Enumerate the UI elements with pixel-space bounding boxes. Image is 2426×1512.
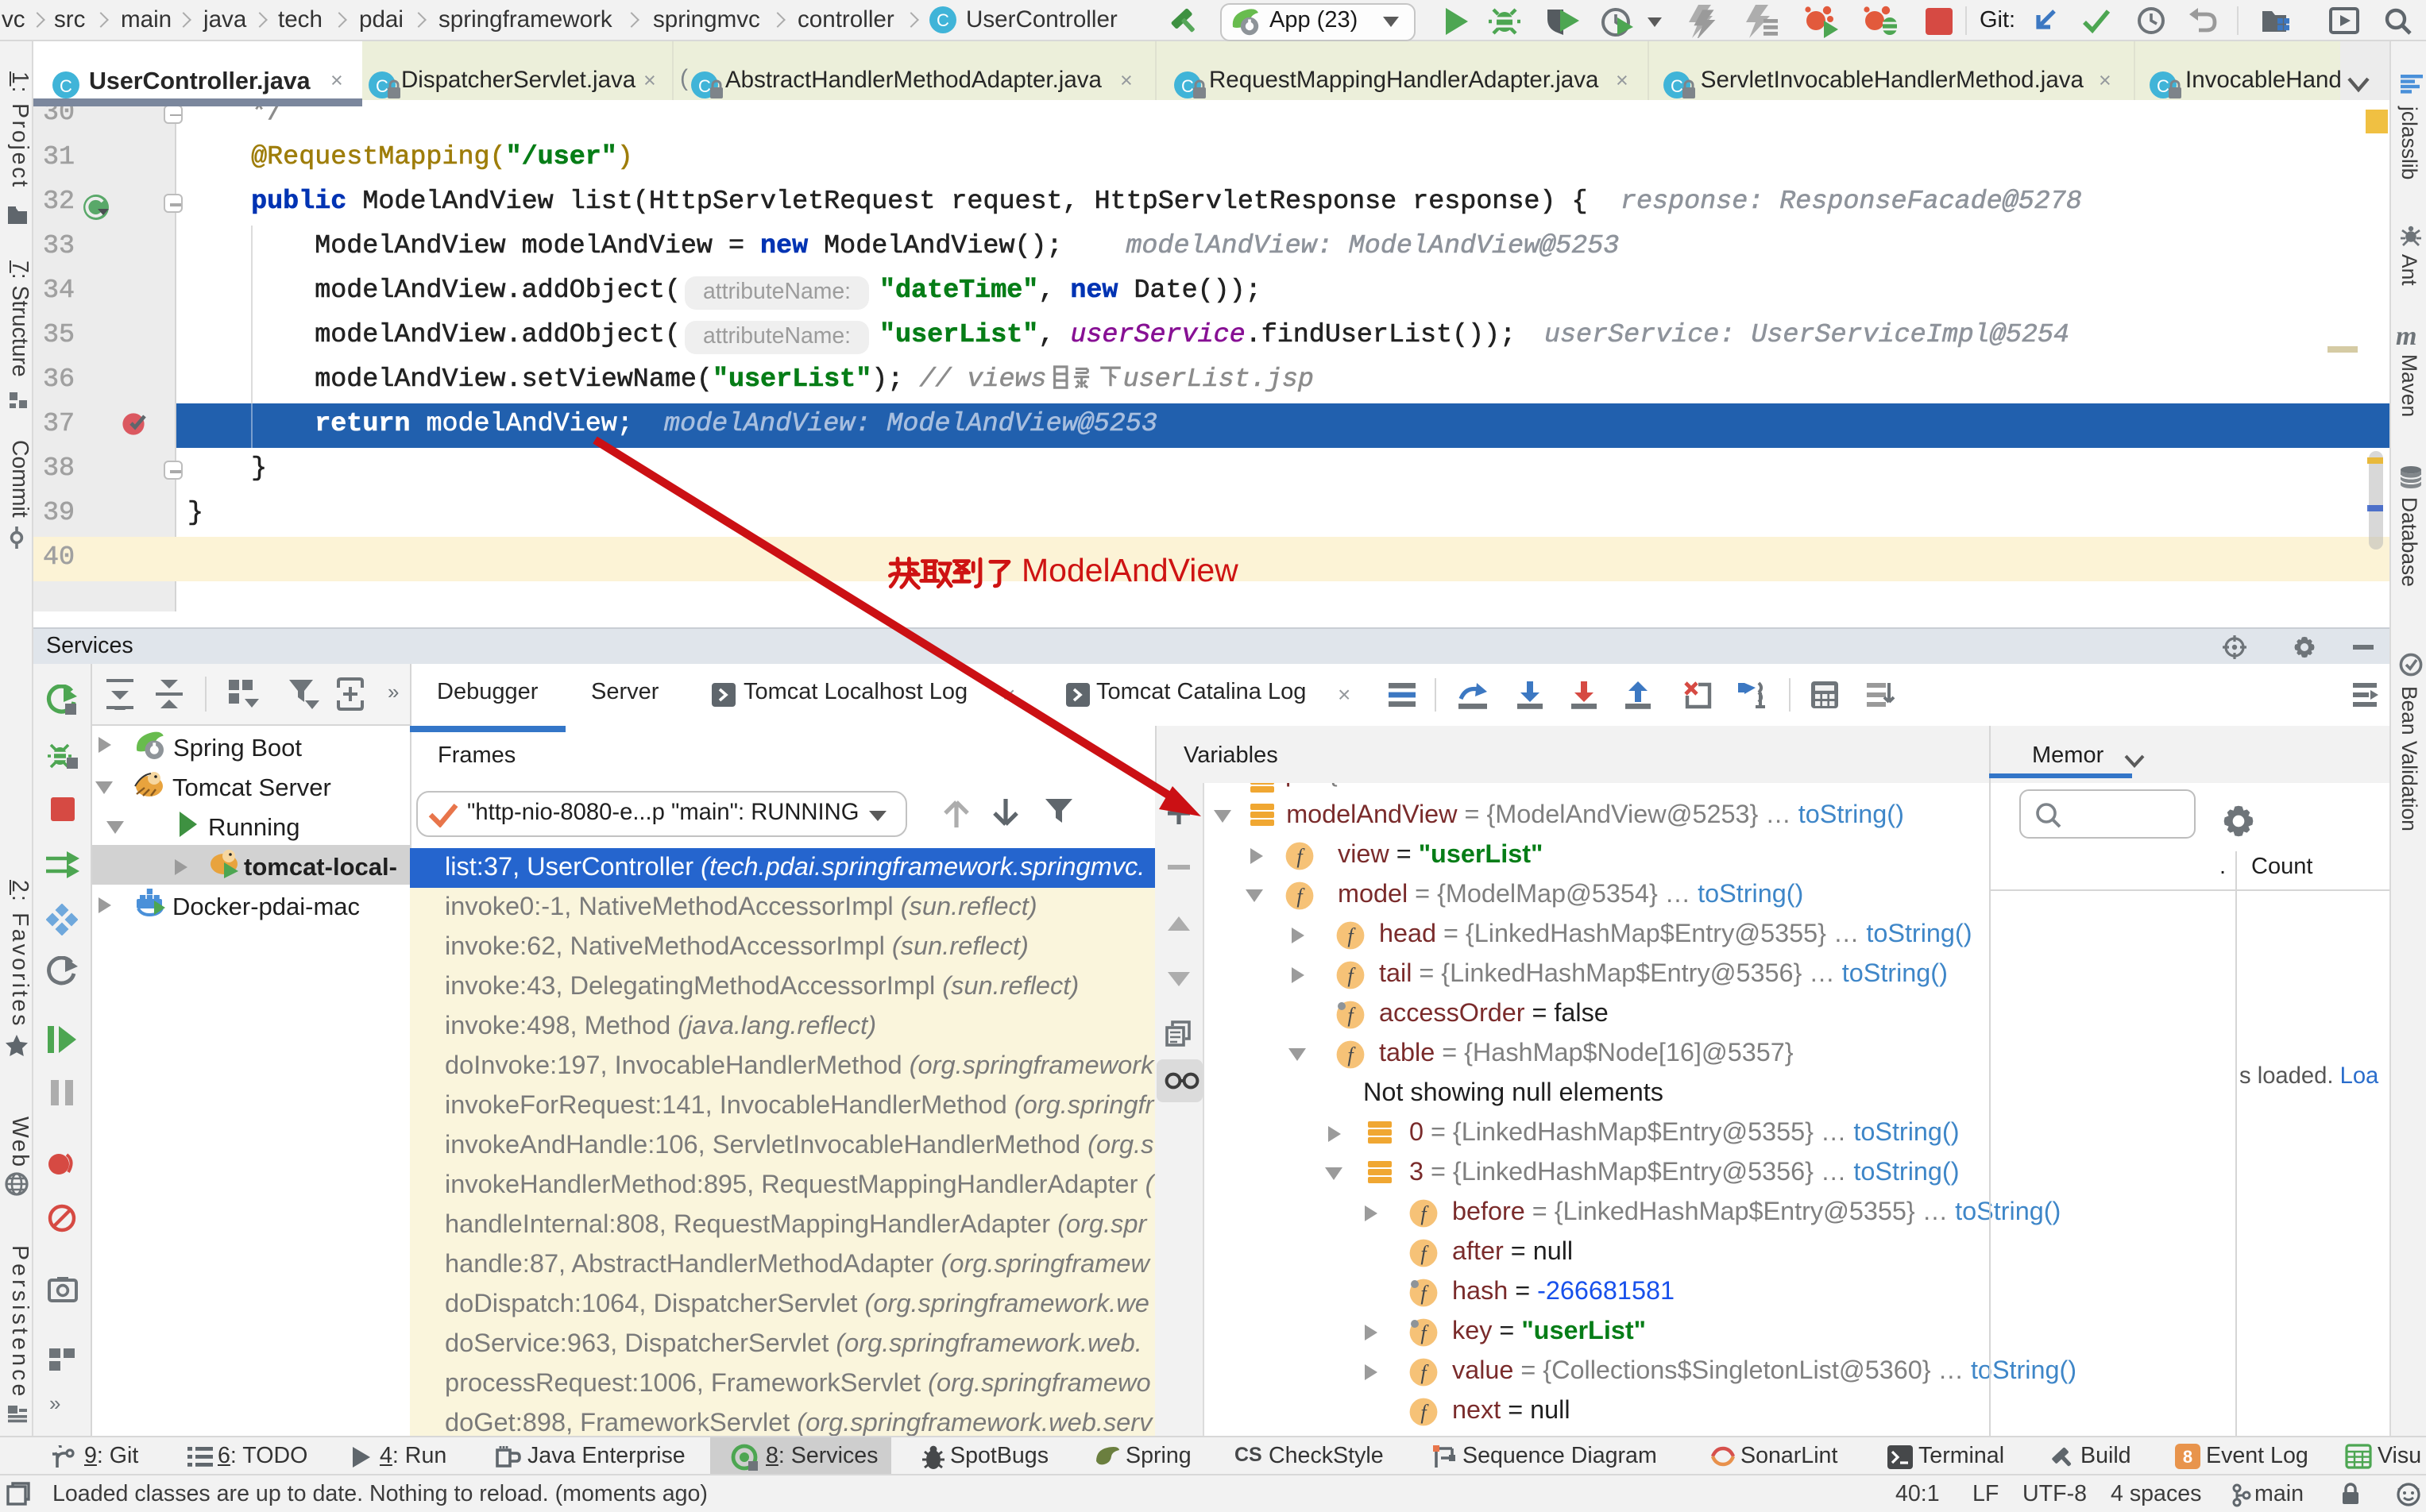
svg-text:C: C <box>1671 75 1683 95</box>
svg-text:C: C <box>698 75 711 95</box>
svg-text:C: C <box>60 75 72 95</box>
svg-text:C: C <box>375 75 388 95</box>
svg-text:8: 8 <box>2183 1447 2192 1467</box>
svg-text:C: C <box>2157 75 2169 95</box>
svg-text:C: C <box>1180 75 1193 95</box>
